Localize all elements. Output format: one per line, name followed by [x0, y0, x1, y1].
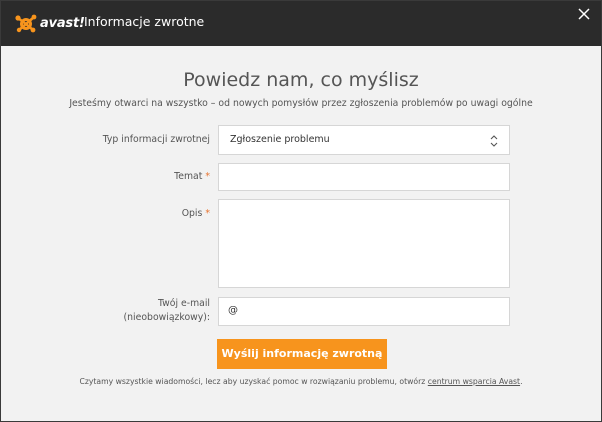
page-heading: Powiedz nam, co myślisz: [183, 69, 419, 91]
type-label: Typ informacji zwrotnej: [103, 133, 210, 147]
email-input[interactable]: @: [218, 297, 510, 326]
description-label: Opis *: [182, 207, 210, 221]
close-button[interactable]: [575, 5, 593, 23]
avast-logo: avast!: [15, 13, 85, 33]
window-title: Informacje zwrotne: [84, 14, 205, 29]
subject-label: Temat *: [174, 170, 210, 184]
close-icon: [578, 8, 590, 20]
type-label-text: Typ informacji zwrotnej: [102, 134, 210, 145]
email-label: Twój e-mail (nieobowiązkowy):: [124, 297, 210, 325]
logo-wordmark: avast!: [40, 15, 85, 31]
feedback-type-value: Zgłoszenie problemu: [230, 134, 330, 145]
description-required-mark: *: [205, 208, 210, 219]
description-textarea[interactable]: [218, 199, 510, 288]
description-label-text: Opis: [181, 208, 203, 219]
submit-feedback-button[interactable]: Wyślij informację zwrotną: [217, 339, 387, 369]
subject-input[interactable]: [218, 163, 510, 191]
subject-required-mark: *: [205, 171, 210, 182]
feedback-type-select[interactable]: Zgłoszenie problemu: [218, 125, 510, 155]
footer-suffix: .: [520, 377, 523, 386]
email-label-line1: Twój e-mail: [158, 298, 210, 309]
select-arrows-icon: [490, 135, 498, 147]
footer-text: Czytamy wszystkie wiadomości, lecz aby u…: [79, 377, 428, 386]
footer-note: Czytamy wszystkie wiadomości, lecz aby u…: [1, 377, 601, 386]
feedback-window: avast! Informacje zwrotne Powiedz nam, c…: [0, 0, 602, 422]
at-icon: @: [228, 305, 238, 316]
page-subheading: Jesteśmy otwarci na wszystko – od nowych…: [69, 98, 533, 109]
email-label-line2: (nieobowiązkowy):: [123, 312, 210, 323]
title-bar: avast! Informacje zwrotne: [1, 1, 601, 46]
avast-logo-icon: [15, 14, 37, 33]
support-center-link[interactable]: centrum wsparcia Avast: [428, 377, 520, 386]
subject-label-text: Temat: [174, 171, 203, 182]
